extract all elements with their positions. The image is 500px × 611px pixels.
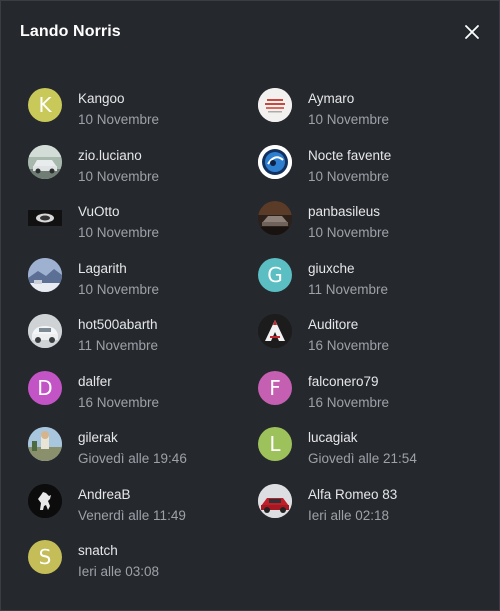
- document-thumbnail-icon: [258, 88, 292, 122]
- avatar[interactable]: [258, 145, 292, 179]
- blue-circle-logo-icon: [258, 145, 292, 179]
- avatar[interactable]: L: [258, 427, 292, 461]
- user-name[interactable]: Alfa Romeo 83: [308, 487, 397, 502]
- avatar[interactable]: [258, 484, 292, 518]
- avatar[interactable]: [28, 314, 62, 348]
- reactions-dialog: Lando Norris K Kangoo 10 Novembre Aymaro…: [0, 0, 500, 611]
- user-name[interactable]: Lagarith: [78, 261, 127, 276]
- dialog-header: Lando Norris: [1, 1, 499, 63]
- list-item[interactable]: zio.luciano 10 Novembre: [28, 144, 248, 184]
- reaction-date: 16 Novembre: [78, 395, 160, 410]
- list-item[interactable]: hot500abarth 11 Novembre: [28, 313, 248, 353]
- dark-car-photo-icon: [258, 201, 292, 235]
- user-name[interactable]: dalfer: [78, 374, 112, 389]
- reaction-date: 10 Novembre: [78, 112, 160, 127]
- avatar[interactable]: D: [28, 371, 62, 405]
- user-name[interactable]: snatch: [78, 543, 118, 558]
- avatar[interactable]: K: [28, 88, 62, 122]
- avatar[interactable]: [28, 427, 62, 461]
- list-item[interactable]: Lagarith 10 Novembre: [28, 257, 248, 297]
- list-item[interactable]: D dalfer 16 Novembre: [28, 370, 248, 410]
- dark-logo-icon: [28, 201, 62, 235]
- reaction-date: Ieri alle 02:18: [308, 508, 390, 523]
- reaction-date: Ieri alle 03:08: [78, 564, 160, 579]
- close-button[interactable]: [461, 21, 483, 43]
- avatar[interactable]: F: [258, 371, 292, 405]
- user-name[interactable]: panbasileus: [308, 204, 380, 219]
- reaction-date: 16 Novembre: [308, 395, 390, 410]
- reaction-date: 10 Novembre: [78, 225, 160, 240]
- user-name[interactable]: lucagiak: [308, 430, 358, 445]
- reaction-date: Giovedì alle 21:54: [308, 451, 417, 466]
- dialog-title: Lando Norris: [20, 23, 121, 40]
- list-item[interactable]: S snatch Ieri alle 03:08: [28, 539, 248, 579]
- list-item[interactable]: Aymaro 10 Novembre: [258, 87, 478, 127]
- outdoor-photo-icon: [28, 427, 62, 461]
- avatar[interactable]: [28, 258, 62, 292]
- user-name[interactable]: Aymaro: [308, 91, 354, 106]
- avatar[interactable]: G: [258, 258, 292, 292]
- close-icon: [465, 25, 479, 39]
- reaction-date: 10 Novembre: [308, 112, 390, 127]
- user-name[interactable]: giuxche: [308, 261, 355, 276]
- user-name[interactable]: hot500abarth: [78, 317, 158, 332]
- list-item[interactable]: VuOtto 10 Novembre: [28, 200, 248, 240]
- avatar[interactable]: [28, 145, 62, 179]
- red-car-photo-icon: [258, 484, 292, 518]
- car-photo-icon: [28, 145, 62, 179]
- user-name[interactable]: Auditore: [308, 317, 358, 332]
- user-name[interactable]: AndreaB: [78, 487, 131, 502]
- reaction-date: 11 Novembre: [308, 282, 389, 297]
- avatar[interactable]: [28, 201, 62, 235]
- user-name[interactable]: gilerak: [78, 430, 118, 445]
- user-name[interactable]: falconero79: [308, 374, 379, 389]
- avatar[interactable]: [258, 88, 292, 122]
- user-name[interactable]: Kangoo: [78, 91, 125, 106]
- reaction-date: 11 Novembre: [78, 338, 159, 353]
- list-item[interactable]: F falconero79 16 Novembre: [258, 370, 478, 410]
- avatar[interactable]: [258, 314, 292, 348]
- reaction-date: 10 Novembre: [78, 169, 160, 184]
- list-item[interactable]: K Kangoo 10 Novembre: [28, 87, 248, 127]
- list-item[interactable]: panbasileus 10 Novembre: [258, 200, 478, 240]
- reaction-date: 10 Novembre: [78, 282, 160, 297]
- list-item[interactable]: Nocte favente 10 Novembre: [258, 144, 478, 184]
- list-item[interactable]: G giuxche 11 Novembre: [258, 257, 478, 297]
- avatar[interactable]: [258, 201, 292, 235]
- avatar[interactable]: S: [28, 540, 62, 574]
- avatar[interactable]: [28, 484, 62, 518]
- list-item[interactable]: AndreaB Venerdì alle 11:49: [28, 483, 248, 523]
- list-item[interactable]: Alfa Romeo 83 Ieri alle 02:18: [258, 483, 478, 523]
- user-name[interactable]: Nocte favente: [308, 148, 391, 163]
- list-item[interactable]: gilerak Giovedì alle 19:46: [28, 426, 248, 466]
- user-name[interactable]: VuOtto: [78, 204, 120, 219]
- prancing-horse-logo-icon: [28, 484, 62, 518]
- list-item[interactable]: Auditore 16 Novembre: [258, 313, 478, 353]
- reaction-date: Giovedì alle 19:46: [78, 451, 187, 466]
- white-car-photo-icon: [28, 314, 62, 348]
- reaction-date: 10 Novembre: [308, 225, 390, 240]
- list-item[interactable]: L lucagiak Giovedì alle 21:54: [258, 426, 478, 466]
- landscape-photo-icon: [28, 258, 62, 292]
- reaction-date: 10 Novembre: [308, 169, 390, 184]
- user-name[interactable]: zio.luciano: [78, 148, 142, 163]
- reaction-date: Venerdì alle 11:49: [78, 508, 186, 523]
- reaction-date: 16 Novembre: [308, 338, 390, 353]
- assassin-logo-icon: [258, 314, 292, 348]
